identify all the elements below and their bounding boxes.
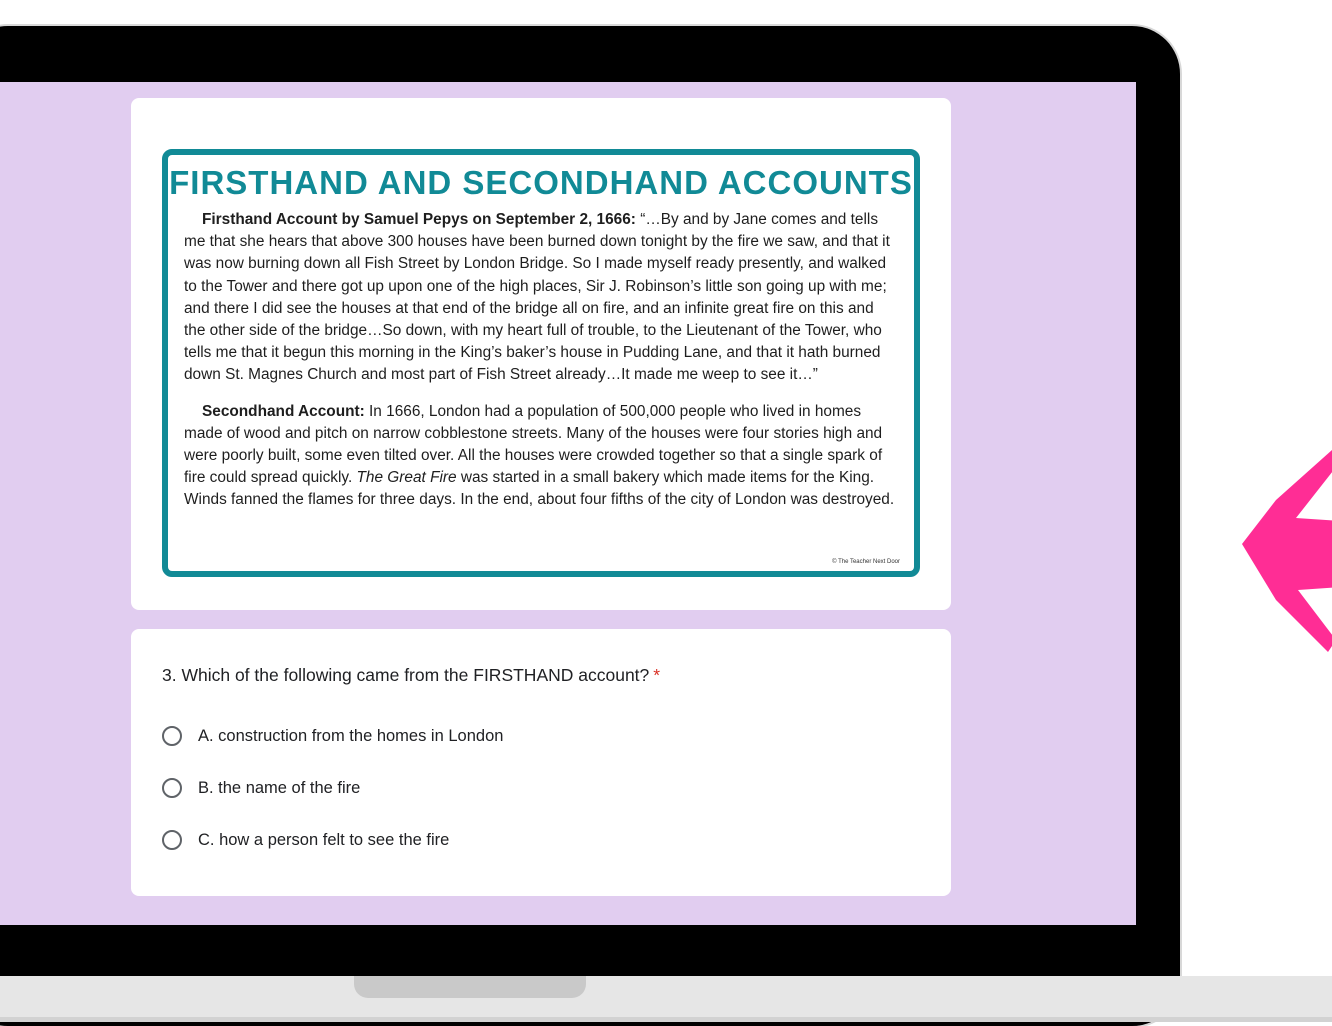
radio-button-c[interactable] bbox=[162, 830, 182, 850]
option-b[interactable]: B. the name of the fire bbox=[162, 774, 360, 802]
required-asterisk: * bbox=[653, 665, 661, 685]
option-c-label[interactable]: C. how a person felt to see the fire bbox=[198, 831, 449, 850]
firsthand-label: Firsthand Account by Samuel Pepys on Sep… bbox=[202, 211, 636, 228]
laptop-base-edge bbox=[0, 1017, 1332, 1022]
firsthand-paragraph: Firsthand Account by Samuel Pepys on Sep… bbox=[184, 209, 898, 387]
radio-button-b[interactable] bbox=[162, 778, 182, 798]
option-b-label[interactable]: B. the name of the fire bbox=[198, 779, 360, 798]
firsthand-text: “…By and by Jane comes and tells me that… bbox=[184, 211, 890, 384]
radio-button-a[interactable] bbox=[162, 726, 182, 746]
image-card: Firsthand and Secondhand Accounts Firsth… bbox=[131, 98, 951, 610]
option-c[interactable]: C. how a person felt to see the fire bbox=[162, 826, 449, 854]
option-a[interactable]: A. construction from the homes in London bbox=[162, 722, 503, 750]
worksheet-image: Firsthand and Secondhand Accounts Firsth… bbox=[162, 149, 920, 577]
secondhand-italic: The Great Fire bbox=[356, 469, 457, 487]
laptop-base bbox=[0, 976, 1332, 1022]
pink-arrow-icon bbox=[1242, 450, 1332, 652]
worksheet-title: Firsthand and Secondhand Accounts bbox=[169, 164, 913, 201]
question-text: 3. Which of the following came from the … bbox=[162, 665, 650, 685]
question-title: 3. Which of the following came from the … bbox=[162, 665, 660, 686]
secondhand-label: Secondhand Account: bbox=[202, 402, 365, 420]
secondhand-paragraph: Secondhand Account: In 1666, London had … bbox=[184, 401, 898, 512]
screen: Firsthand and Secondhand Accounts Firsth… bbox=[0, 82, 1136, 925]
worksheet-credit: © The Teacher Next Door bbox=[832, 559, 900, 565]
laptop-notch bbox=[354, 976, 586, 998]
option-a-label[interactable]: A. construction from the homes in London bbox=[198, 727, 503, 746]
question-card: 3. Which of the following came from the … bbox=[131, 629, 951, 896]
